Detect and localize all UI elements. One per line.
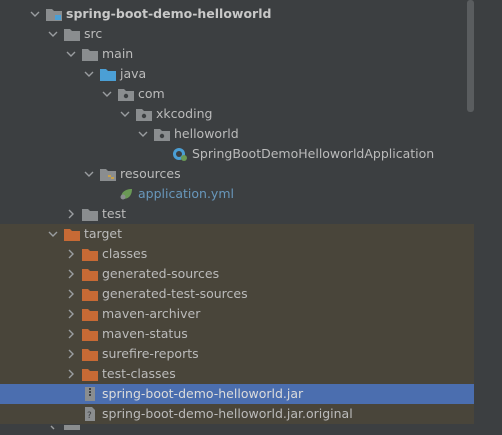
jar-file-icon <box>82 387 98 401</box>
excluded-folder-icon <box>82 367 98 381</box>
tree-row-maven-archiver[interactable]: maven-archiver <box>0 304 474 324</box>
chevron-right-icon[interactable] <box>66 309 76 319</box>
tree-label-src: src <box>84 26 103 41</box>
tree-label-jar: spring-boot-demo-helloworld.jar <box>102 386 304 401</box>
tree-label-java: java <box>120 66 147 81</box>
tree-row-app-yml[interactable]: application.yml <box>0 184 474 204</box>
tree-row-maven-status[interactable]: maven-status <box>0 324 474 344</box>
tree-row-src[interactable]: src <box>0 24 474 44</box>
excluded-folder-icon <box>82 347 98 361</box>
package-icon <box>118 87 134 101</box>
tree-label-xkcoding: xkcoding <box>156 106 213 121</box>
unknown-file-icon: ? <box>82 407 98 421</box>
chevron-down-icon[interactable] <box>66 49 76 59</box>
chevron-down-icon[interactable] <box>84 69 94 79</box>
tree-row-generated-test-sources[interactable]: generated-test-sources <box>0 284 474 304</box>
tree-label-main: main <box>102 46 134 61</box>
tree-row-test-classes[interactable]: test-classes <box>0 364 474 384</box>
spring-boot-class-icon <box>172 147 188 161</box>
tree-label-maven-archiver: maven-archiver <box>102 306 201 321</box>
chevron-right-icon[interactable] <box>48 425 58 435</box>
folder-icon <box>64 424 80 430</box>
chevron-down-icon[interactable] <box>48 29 58 39</box>
tree-label-resources: resources <box>120 166 181 181</box>
excluded-folder-icon <box>82 307 98 321</box>
tree-label-app-class: SpringBootDemoHelloworldApplication <box>192 146 435 161</box>
source-folder-icon <box>100 67 116 81</box>
tree-label-maven-status: maven-status <box>102 326 188 341</box>
tree-label-generated-test-sources: generated-test-sources <box>102 286 248 301</box>
tree-label-classes: classes <box>102 246 148 261</box>
chevron-right-icon[interactable] <box>66 209 76 219</box>
excluded-folder-icon <box>82 287 98 301</box>
excluded-folder-icon <box>82 327 98 341</box>
tree-label-helloworld: helloworld <box>174 126 239 141</box>
tree-row-jar-original[interactable]: ? spring-boot-demo-helloworld.jar.origin… <box>0 404 474 424</box>
folder-icon <box>82 207 98 221</box>
chevron-down-icon[interactable] <box>138 129 148 139</box>
tree-row-surefire-reports[interactable]: surefire-reports <box>0 344 474 364</box>
excluded-folder-icon <box>82 267 98 281</box>
svg-text:?: ? <box>87 411 92 421</box>
tree-row-helloworld[interactable]: helloworld <box>0 124 474 144</box>
chevron-down-icon[interactable] <box>102 89 112 99</box>
module-folder-icon <box>46 7 62 21</box>
package-icon <box>136 107 152 121</box>
chevron-right-icon[interactable] <box>66 369 76 379</box>
chevron-down-icon[interactable] <box>30 9 40 19</box>
spring-config-file-icon <box>118 187 134 201</box>
tree-label-target: target <box>84 226 123 241</box>
tree-row-test[interactable]: test <box>0 204 474 224</box>
tree-row-classes[interactable]: classes <box>0 244 474 264</box>
tree-row-java[interactable]: java <box>0 64 474 84</box>
tree-row-generated-sources[interactable]: generated-sources <box>0 264 474 284</box>
chevron-down-icon[interactable] <box>84 169 94 179</box>
tree-row-app-class[interactable]: SpringBootDemoHelloworldApplication <box>0 144 474 164</box>
tree-label-app-yml: application.yml <box>138 186 234 201</box>
tree-row-xkcoding[interactable]: xkcoding <box>0 104 474 124</box>
folder-icon <box>82 47 98 61</box>
chevron-right-icon[interactable] <box>66 289 76 299</box>
tree-row-partial-bottom[interactable] <box>0 424 474 430</box>
tree-row-project-root[interactable]: spring-boot-demo-helloworld <box>0 4 474 24</box>
tree-label-test-classes: test-classes <box>102 366 176 381</box>
project-tree[interactable]: spring-boot-demo-helloworld src main jav… <box>0 0 474 430</box>
excluded-folder-icon <box>64 227 80 241</box>
chevron-right-icon[interactable] <box>66 269 76 279</box>
tree-label-jar-original: spring-boot-demo-helloworld.jar.original <box>102 406 353 421</box>
tree-row-main[interactable]: main <box>0 44 474 64</box>
scrollbar-thumb[interactable] <box>467 0 474 112</box>
scrollbar-track[interactable] <box>474 0 502 430</box>
tree-row-target[interactable]: target <box>0 224 474 244</box>
tree-label-project-root: spring-boot-demo-helloworld <box>66 6 272 21</box>
chevron-down-icon[interactable] <box>120 109 130 119</box>
chevron-right-icon[interactable] <box>66 349 76 359</box>
chevron-down-icon[interactable] <box>48 229 58 239</box>
package-icon <box>154 127 170 141</box>
tree-label-test: test <box>102 206 127 221</box>
resources-folder-icon <box>100 167 116 181</box>
chevron-right-icon[interactable] <box>66 329 76 339</box>
excluded-folder-icon <box>82 247 98 261</box>
tree-row-com[interactable]: com <box>0 84 474 104</box>
tree-label-surefire-reports: surefire-reports <box>102 346 199 361</box>
tree-row-jar[interactable]: spring-boot-demo-helloworld.jar <box>0 384 474 404</box>
tree-row-resources[interactable]: resources <box>0 164 474 184</box>
tree-label-com: com <box>138 86 165 101</box>
tree-label-generated-sources: generated-sources <box>102 266 220 281</box>
folder-icon <box>64 27 80 41</box>
chevron-right-icon[interactable] <box>66 249 76 259</box>
